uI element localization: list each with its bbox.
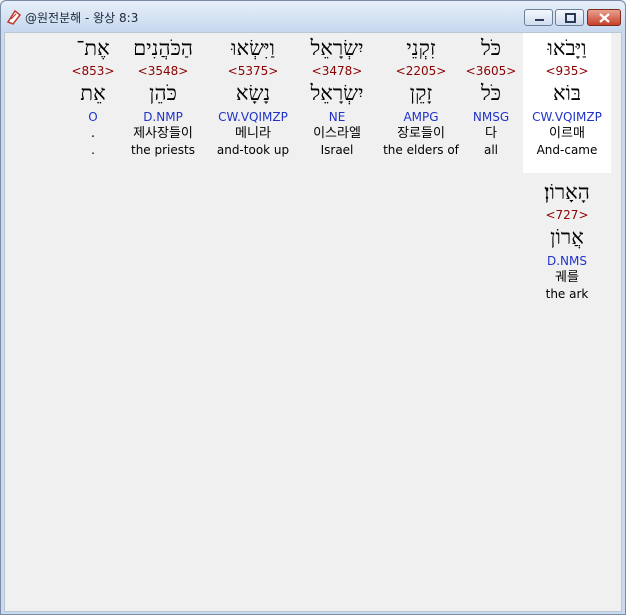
bible-app-icon[interactable] [6, 9, 22, 25]
app-window: @원전분해 - 왕상 8:3 וַיָּבֹאוּ <935> בּוֹא CW… [0, 0, 626, 615]
hebrew-word: אֶת־ [76, 36, 110, 60]
word-column[interactable]: וַיָּבֹאוּ <935> בּוֹא CW.VQIMZP 이르매 And… [523, 33, 611, 173]
hebrew-word: הַכֹּהֲנִים [133, 36, 193, 60]
english-gloss: . [91, 143, 95, 157]
korean-gloss: 다 [485, 126, 497, 141]
strong-number[interactable]: <853> [65, 63, 121, 79]
root-word: אֲרוֹן [550, 225, 584, 249]
parsing-code: AMPG [403, 110, 439, 124]
hebrew-word: וַיִּשְׂאוּ [231, 36, 275, 60]
strong-number[interactable]: <2205> [379, 63, 463, 79]
word-column[interactable]: יִשְׂרָאֵל <3478> יִשְׂרָאֵל NE 이스라엘 Isr… [297, 33, 377, 158]
strong-number[interactable]: <3605> [455, 63, 527, 79]
strong-number[interactable]: <3548> [121, 63, 205, 79]
korean-gloss: 장로들이 [397, 126, 445, 141]
korean-gloss: 제사장들이 [133, 126, 193, 141]
parsing-code: CW.VQIMZP [532, 110, 602, 124]
parsing-code: D.NMP [143, 110, 183, 124]
root-word: זָקֵן [409, 81, 433, 105]
parsing-code: NE [328, 110, 346, 124]
word-column[interactable]: הַכֹּהֲנִים <3548> כֹּהֵן D.NMP 제사장들이 th… [121, 33, 205, 158]
korean-gloss: 궤를 [555, 270, 579, 285]
root-word: כֹּל [480, 81, 502, 105]
strong-number[interactable]: <935> [523, 63, 611, 79]
hebrew-word: יִשְׂרָאֵל [310, 36, 364, 60]
word-column[interactable]: כֹּל <3605> כֹּל NMSG 다 all [455, 33, 527, 158]
word-column[interactable]: וַיִּשְׂאוּ <5375> נָשָׂא CW.VQIMZP 메니라 … [211, 33, 295, 158]
minimize-button[interactable] [524, 9, 553, 26]
word-analysis-panel: וַיָּבֹאוּ <935> בּוֹא CW.VQIMZP 이르매 And… [4, 32, 622, 612]
root-word: נָשָׂא [235, 81, 271, 105]
root-word: בּוֹא [552, 81, 582, 105]
hebrew-word: הָאָרוֹן׃ [544, 180, 590, 204]
korean-gloss: . [90, 126, 96, 141]
strong-number[interactable]: <3478> [297, 63, 377, 79]
hebrew-word: כֹּל [480, 36, 502, 60]
word-column[interactable]: אֶת־ <853> אֵת O . . [65, 33, 121, 158]
english-gloss: Israel [320, 143, 354, 157]
title-bar[interactable]: @원전분해 - 왕상 8:3 [1, 1, 625, 31]
close-button[interactable] [587, 9, 621, 26]
hebrew-word: וַיָּבֹאוּ [547, 36, 587, 60]
parsing-code: NMSG [472, 110, 510, 124]
english-gloss: all [483, 143, 499, 157]
korean-gloss: 메니라 [235, 126, 271, 141]
english-gloss: the elders of [383, 143, 459, 157]
english-gloss: the priests [131, 143, 195, 157]
english-gloss: And-came [536, 143, 598, 157]
root-word: יִשְׂרָאֵל [310, 81, 364, 105]
korean-gloss: 이스라엘 [313, 126, 361, 141]
word-column[interactable]: זִקְנֵי <2205> זָקֵן AMPG 장로들이 the elder… [379, 33, 463, 158]
english-gloss: and-took up [216, 143, 290, 157]
word-column[interactable]: הָאָרוֹן׃ <727> אֲרוֹן D.NMS 궤를 the ark [523, 177, 611, 302]
english-gloss: the ark [545, 287, 589, 301]
root-word: אֵת [80, 81, 106, 105]
strong-number[interactable]: <727> [523, 207, 611, 223]
parsing-code: CW.VQIMZP [218, 110, 288, 124]
korean-gloss: 이르매 [549, 126, 585, 141]
window-title: @원전분해 - 왕상 8:3 [25, 11, 139, 25]
strong-number[interactable]: <5375> [211, 63, 295, 79]
parsing-code: D.NMS [546, 254, 587, 268]
root-word: כֹּהֵן [149, 81, 177, 105]
parsing-code: O [88, 110, 98, 124]
hebrew-word: זִקְנֵי [406, 36, 436, 60]
maximize-button[interactable] [555, 9, 584, 26]
